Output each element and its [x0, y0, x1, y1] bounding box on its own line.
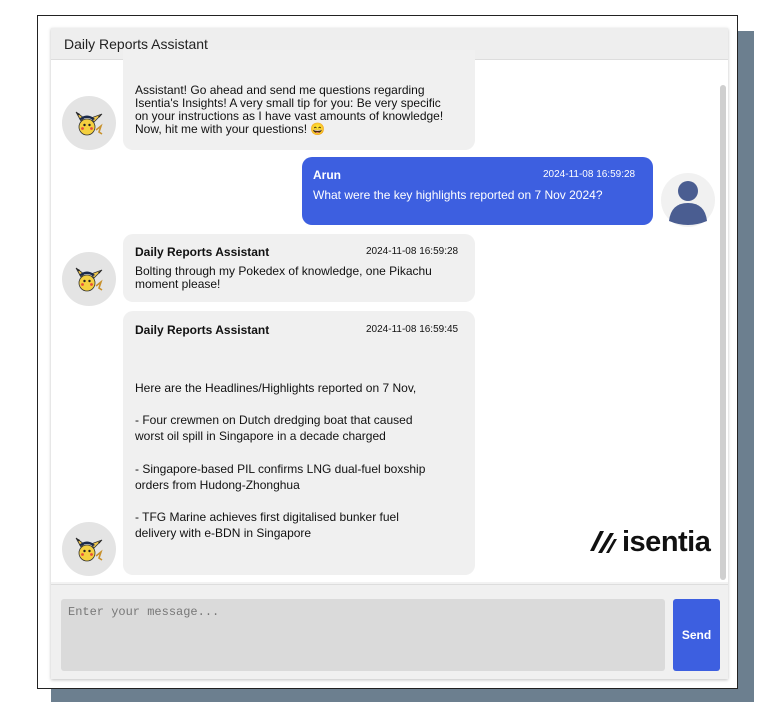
pikachu-avatar-icon — [74, 108, 104, 138]
isentia-logo: isentia — [586, 526, 711, 558]
message-timestamp: 2024-11-08 16:59:28 — [366, 246, 459, 257]
message-line: orders from Hudong-Zhonghua — [135, 477, 300, 492]
message-text: Here are the Headlines/Highlights report… — [135, 380, 425, 541]
bot-message-bubble: Daily Reports Assistant 2024-11-08 16:59… — [123, 311, 475, 575]
bot-avatar — [62, 522, 116, 576]
message-timestamp: 2024-11-08 16:59:28 — [543, 169, 636, 180]
message-line: worst oil spill in Singapore in a decade… — [135, 429, 386, 444]
bot-message-bubble: Assistant! Go ahead and send me question… — [123, 50, 475, 150]
message-line: - Four crewmen on Dutch dredging boat th… — [135, 413, 413, 428]
message-line: moment please! — [135, 277, 221, 291]
message-line: - TFG Marine achieves first digitalised … — [135, 510, 399, 525]
user-message-bubble: Arun 2024-11-08 16:59:28 What were the k… — [302, 157, 653, 225]
logo-text: isentia — [622, 526, 711, 558]
message-line — [135, 445, 425, 461]
user-avatar — [661, 173, 715, 227]
pikachu-avatar-icon — [74, 264, 104, 294]
message-line: - Singapore-based PIL confirms LNG dual-… — [135, 461, 426, 476]
message-line: delivery with e-BDN in Singapore — [135, 526, 312, 541]
pikachu-avatar-icon — [74, 534, 104, 564]
bot-avatar — [62, 252, 116, 306]
message-sender: Daily Reports Assistant — [135, 323, 270, 337]
message-line — [135, 396, 425, 412]
message-line: Here are the Headlines/Highlights report… — [135, 381, 417, 395]
bot-message-bubble: Daily Reports Assistant 2024-11-08 16:59… — [123, 234, 475, 302]
message-input-placeholder: Enter your message... — [68, 605, 220, 619]
message-line: Now, hit me with your questions! 😄 — [135, 122, 326, 136]
message-text: Assistant! Go ahead and send me question… — [135, 84, 443, 136]
message-text: What were the key highlights reported on… — [313, 188, 603, 202]
message-line — [135, 493, 425, 509]
message-sender: Daily Reports Assistant — [135, 245, 270, 259]
message-text: Bolting through my Pokedex of knowledge,… — [135, 265, 432, 291]
message-timestamp: 2024-11-08 16:59:45 — [366, 324, 459, 335]
send-button[interactable]: Send — [673, 599, 720, 671]
message-input[interactable]: Enter your message... — [61, 599, 665, 671]
isentia-logo-icon — [590, 531, 617, 553]
chat-scrollbar[interactable] — [720, 85, 726, 580]
bot-avatar — [62, 96, 116, 150]
user-avatar-icon — [669, 181, 707, 225]
message-sender: Arun — [313, 168, 341, 182]
